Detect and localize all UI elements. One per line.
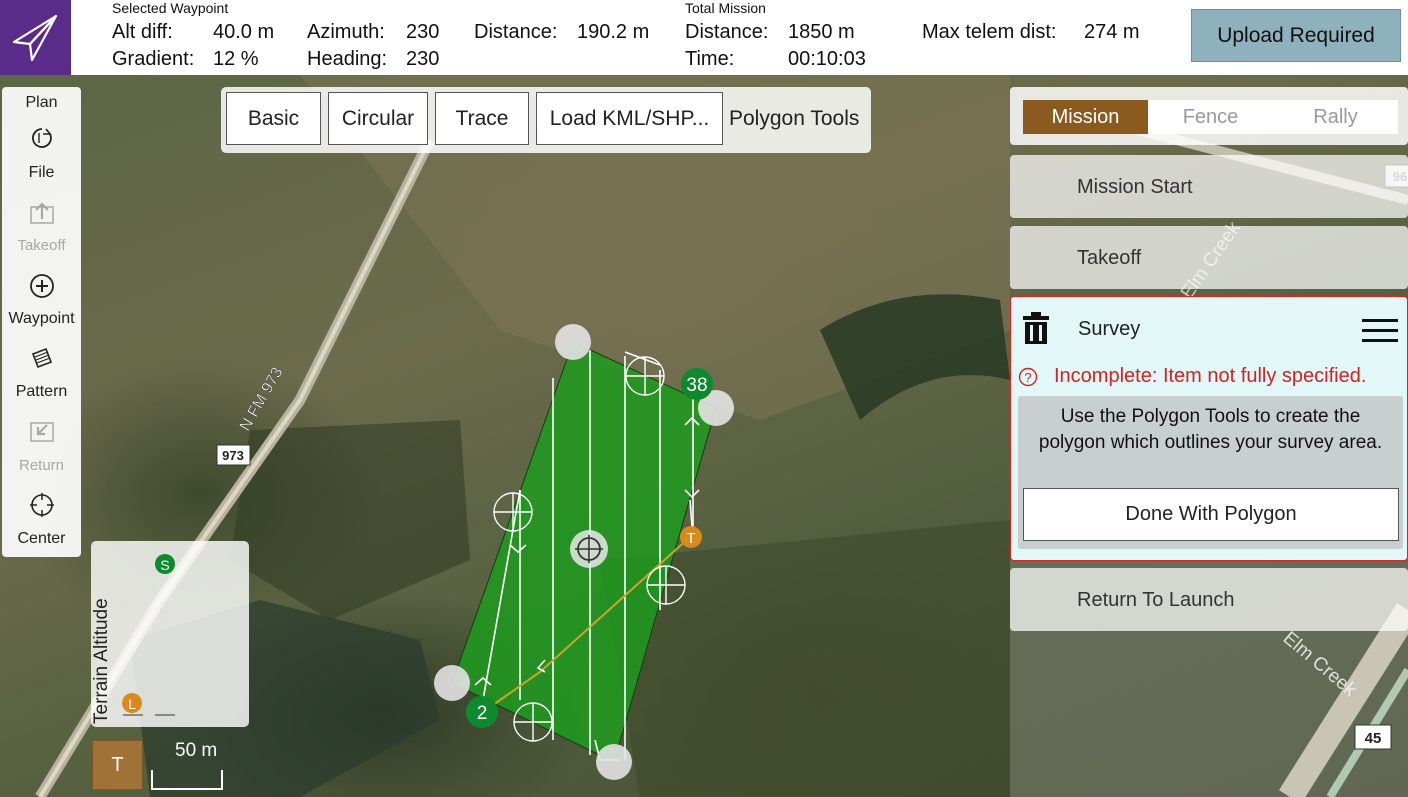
gradient-value: 12 % — [213, 48, 259, 70]
polygon-tools-bar: Basic Circular Trace Load KML/SHP... Pol… — [221, 87, 871, 153]
map-scale-label: 50 m — [175, 740, 218, 761]
file-icon[interactable] — [2, 125, 81, 151]
heading-label: Heading: — [307, 48, 388, 70]
plan-type-tabs: Mission Fence Rally — [1010, 87, 1408, 145]
svg-text:973: 973 — [222, 448, 244, 463]
upload-button[interactable]: Upload Required — [1191, 9, 1401, 62]
takeoff-button-label: Takeoff — [17, 237, 66, 254]
paper-plane-icon — [12, 14, 57, 61]
polygon-vertex-handle — [596, 744, 632, 780]
distance-label: Distance: — [474, 21, 558, 43]
max-telem-label: Max telem dist: — [922, 21, 1057, 43]
heading-value: 230 — [406, 48, 440, 70]
total-distance-value: 1850 m — [788, 21, 855, 43]
plan-toolbar: Plan File Takeoff Waypoint Pattern Retur… — [2, 87, 81, 557]
waypoint-38-marker[interactable]: 38 — [681, 368, 713, 400]
center-button-label[interactable]: Center — [2, 530, 81, 548]
return-to-launch-item[interactable]: Return To Launch — [1010, 568, 1408, 631]
mission-start-item[interactable]: Mission Start — [1010, 155, 1408, 218]
time-label: Time: — [685, 48, 735, 70]
azimuth-label: Azimuth: — [307, 21, 385, 43]
mission-start-label: Mission Start — [1077, 176, 1193, 198]
waypoint-2-marker[interactable]: 2 — [466, 696, 498, 728]
help-circle-icon: ? — [1018, 367, 1038, 392]
center-icon[interactable] — [2, 492, 81, 518]
waypoint-button-label[interactable]: Waypoint — [2, 310, 81, 328]
selected-waypoint-title: Selected Waypoint — [112, 0, 229, 16]
svg-text:38: 38 — [686, 375, 707, 396]
polygon-center-handle[interactable] — [570, 530, 608, 568]
trace-polygon-button[interactable]: Trace — [435, 92, 529, 145]
highway-shield-45: 45 — [1354, 724, 1392, 750]
start-marker: S — [160, 557, 169, 573]
tab-rally[interactable]: Rally — [1273, 100, 1398, 134]
terrain-profile: S L — [122, 554, 175, 716]
tab-fence[interactable]: Fence — [1148, 100, 1273, 134]
svg-text:45: 45 — [1365, 730, 1382, 747]
pattern-icon[interactable] — [2, 345, 81, 371]
hamburger-menu-icon[interactable] — [1362, 317, 1398, 350]
file-button-label[interactable]: File — [2, 164, 81, 182]
azimuth-value: 230 — [406, 21, 440, 43]
total-distance-label: Distance: — [685, 21, 769, 43]
top-status-bar: Selected Waypoint Alt diff: 40.0 m Gradi… — [0, 0, 1408, 75]
launch-marker: L — [128, 696, 136, 712]
route-shield: 973 — [216, 444, 251, 466]
polygon-vertex-handle — [434, 665, 470, 701]
svg-text:2: 2 — [477, 703, 488, 724]
distance-value: 190.2 m — [577, 21, 650, 43]
trash-icon[interactable] — [1020, 312, 1052, 351]
takeoff-icon — [2, 199, 81, 227]
return-to-launch-label: Return To Launch — [1077, 589, 1235, 611]
basic-polygon-button[interactable]: Basic — [226, 92, 321, 145]
survey-item: Survey ? Incomplete: Item not fully spec… — [1010, 296, 1408, 561]
max-telem-value: 274 m — [1084, 21, 1140, 43]
takeoff-item-label: Takeoff — [1077, 247, 1142, 269]
terrain-toggle-button[interactable]: T — [92, 740, 143, 790]
takeoff-marker[interactable]: T — [680, 526, 702, 548]
pattern-button-label[interactable]: Pattern — [2, 383, 81, 401]
plan-label: Plan — [25, 94, 58, 111]
done-with-polygon-button[interactable]: Done With Polygon — [1023, 488, 1399, 541]
total-mission-title: Total Mission — [685, 0, 766, 16]
survey-title: Survey — [1078, 318, 1141, 340]
takeoff-item[interactable]: Takeoff — [1010, 226, 1408, 289]
app-logo[interactable] — [0, 0, 71, 75]
survey-help-text: Use the Polygon Tools to create the poly… — [1038, 406, 1383, 453]
svg-text:?: ? — [1024, 370, 1031, 385]
alt-diff-label: Alt diff: — [112, 21, 173, 43]
terrain-altitude-widget: Terrain Altitude S L — [91, 541, 249, 727]
waypoint-add-icon[interactable] — [2, 273, 81, 299]
alt-diff-value: 40.0 m — [213, 21, 275, 43]
circular-polygon-button[interactable]: Circular — [328, 92, 428, 145]
return-icon — [2, 417, 81, 445]
polygon-tools-title: Polygon Tools — [729, 107, 860, 130]
gradient-label: Gradient: — [112, 48, 195, 70]
return-button-label: Return — [18, 457, 65, 474]
survey-status: Incomplete: Item not fully specified. — [1054, 365, 1367, 387]
polygon-vertex-handle — [555, 324, 591, 360]
svg-text:T: T — [686, 530, 695, 547]
tab-mission[interactable]: Mission — [1023, 100, 1148, 134]
time-value: 00:10:03 — [788, 48, 866, 70]
load-kml-button[interactable]: Load KML/SHP... — [536, 92, 723, 145]
